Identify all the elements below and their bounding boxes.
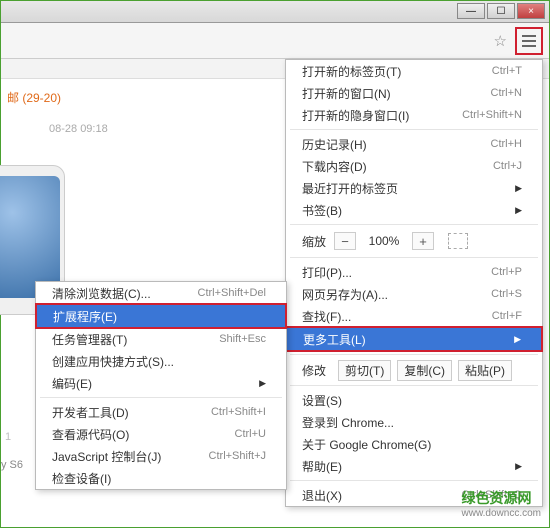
menu-separator xyxy=(290,480,538,481)
chevron-right-icon: ▶ xyxy=(514,334,521,345)
zoom-in-button[interactable]: + xyxy=(412,232,434,250)
menu-print[interactable]: 打印(P)...Ctrl+P xyxy=(286,261,542,283)
menu-edit-row: 修改 剪切(T) 复制(C) 粘贴(P) xyxy=(286,358,542,382)
maximize-button[interactable]: ☐ xyxy=(487,3,515,19)
menu-separator xyxy=(290,385,538,386)
chrome-main-menu: 打开新的标签页(T)Ctrl+T 打开新的窗口(N)Ctrl+N 打开新的隐身窗… xyxy=(285,59,543,507)
menu-settings[interactable]: 设置(S) xyxy=(286,389,542,411)
copy-button[interactable]: 复制(C) xyxy=(397,360,452,381)
paste-button[interactable]: 粘贴(P) xyxy=(458,360,512,381)
menu-about[interactable]: 关于 Google Chrome(G) xyxy=(286,433,542,455)
browser-toolbar: ☆ xyxy=(1,23,549,59)
menu-bookmarks[interactable]: 书签(B)▶ xyxy=(286,199,542,221)
menu-signin[interactable]: 登录到 Chrome... xyxy=(286,411,542,433)
zoom-out-button[interactable]: − xyxy=(334,232,356,250)
submenu-encoding[interactable]: 编码(E)▶ xyxy=(36,372,286,394)
minimize-button[interactable]: — xyxy=(457,3,485,19)
submenu-inspect[interactable]: 检查设备(I) xyxy=(36,467,286,489)
main-menu-button[interactable] xyxy=(515,27,543,55)
submenu-extensions[interactable]: 扩展程序(E) xyxy=(37,305,285,327)
menu-separator xyxy=(290,224,538,225)
zoom-label: 缩放 xyxy=(302,233,326,250)
window-titlebar: — ☐ × xyxy=(1,1,549,23)
edit-label: 修改 xyxy=(302,362,326,379)
chevron-right-icon: ▶ xyxy=(515,461,522,472)
submenu-view-source[interactable]: 查看源代码(O)Ctrl+U xyxy=(36,423,286,445)
menu-recent-tabs[interactable]: 最近打开的标签页▶ xyxy=(286,177,542,199)
highlight-more-tools: 更多工具(L)▶ xyxy=(285,326,543,352)
menu-find[interactable]: 查找(F)...Ctrl+F xyxy=(286,305,542,327)
watermark-url: www.downcc.com xyxy=(462,508,541,519)
chevron-right-icon: ▶ xyxy=(515,205,522,216)
timestamp: 08-28 09:18 xyxy=(49,123,108,135)
submenu-js-console[interactable]: JavaScript 控制台(J)Ctrl+Shift+J xyxy=(36,445,286,467)
window-controls: — ☐ × xyxy=(457,3,545,19)
menu-history[interactable]: 历史记录(H)Ctrl+H xyxy=(286,133,542,155)
highlight-extensions: 扩展程序(E) xyxy=(35,303,287,329)
close-button[interactable]: × xyxy=(517,3,545,19)
more-tools-submenu: 清除浏览数据(C)...Ctrl+Shift+Del 扩展程序(E) 任务管理器… xyxy=(35,281,287,490)
menu-separator xyxy=(290,257,538,258)
submenu-create-shortcut[interactable]: 创建应用快捷方式(S)... xyxy=(36,350,286,372)
list-index: 1 xyxy=(5,431,11,443)
submenu-task-manager[interactable]: 任务管理器(T)Shift+Esc xyxy=(36,328,286,350)
phone-caption: y S6 xyxy=(1,459,23,471)
watermark: 绿色资源网 www.downcc.com xyxy=(462,488,541,519)
submenu-dev-tools[interactable]: 开发者工具(D)Ctrl+Shift+I xyxy=(36,401,286,423)
submenu-clear-data[interactable]: 清除浏览数据(C)...Ctrl+Shift+Del xyxy=(36,282,286,304)
menu-more-tools[interactable]: 更多工具(L)▶ xyxy=(287,328,541,350)
chevron-right-icon: ▶ xyxy=(515,183,522,194)
fullscreen-button[interactable] xyxy=(448,233,468,249)
cut-button[interactable]: 剪切(T) xyxy=(338,360,391,381)
menu-save-as[interactable]: 网页另存为(A)...Ctrl+S xyxy=(286,283,542,305)
menu-new-tab[interactable]: 打开新的标签页(T)Ctrl+T xyxy=(286,60,542,82)
menu-help[interactable]: 帮助(E)▶ xyxy=(286,455,542,477)
menu-separator xyxy=(40,397,282,398)
bookmark-star-icon[interactable]: ☆ xyxy=(494,32,507,50)
chevron-right-icon: ▶ xyxy=(259,378,266,389)
menu-new-window[interactable]: 打开新的窗口(N)Ctrl+N xyxy=(286,82,542,104)
mail-label: 邮 (29-20) xyxy=(7,91,61,105)
menu-separator xyxy=(290,129,538,130)
menu-downloads[interactable]: 下载内容(D)Ctrl+J xyxy=(286,155,542,177)
menu-separator xyxy=(290,354,538,355)
menu-incognito[interactable]: 打开新的隐身窗口(I)Ctrl+Shift+N xyxy=(286,104,542,126)
zoom-value: 100% xyxy=(364,234,404,248)
watermark-name: 绿色资源网 xyxy=(462,490,532,506)
menu-zoom-row: 缩放 − 100% + xyxy=(286,228,542,254)
